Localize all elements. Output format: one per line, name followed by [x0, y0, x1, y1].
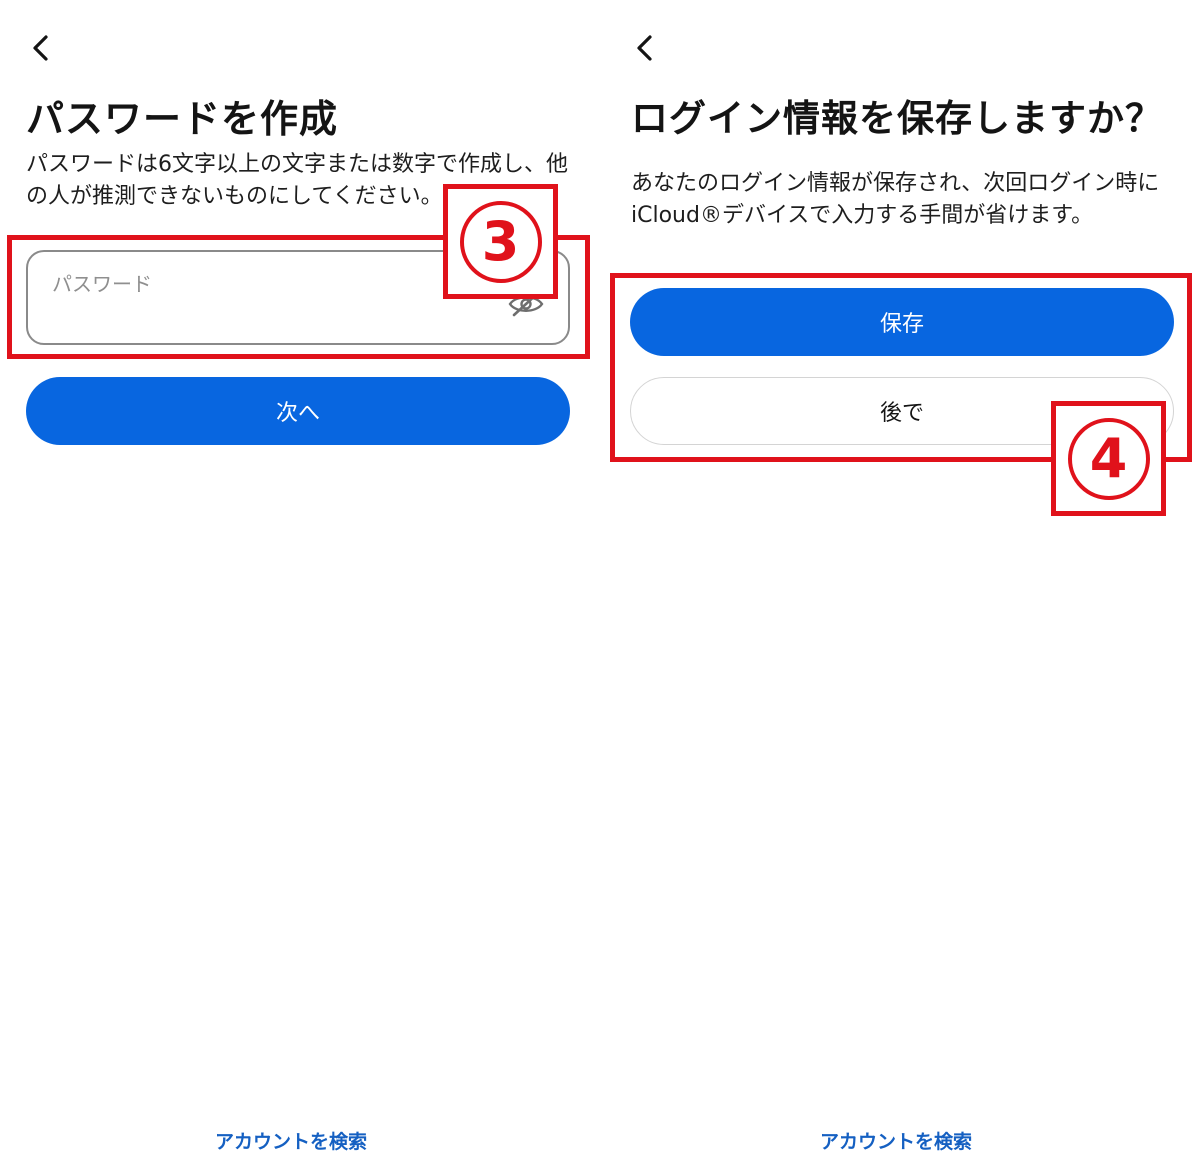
annotation-badge-3: 3	[443, 184, 558, 299]
back-button[interactable]	[624, 28, 664, 68]
chevron-left-icon	[637, 35, 652, 61]
find-account-link[interactable]: アカウントを検索	[820, 1127, 972, 1154]
chevron-left-icon	[33, 35, 48, 61]
next-button-label: 次へ	[275, 401, 320, 426]
annotation-badge-4: 4	[1051, 401, 1166, 516]
back-button[interactable]	[20, 28, 60, 68]
page-title: ログイン情報を保存しますか？	[631, 97, 1163, 140]
save-login-description: あなたのログイン情報が保存され、次回ログイン時にiCloud®デバイスで入力する…	[631, 171, 1160, 228]
step-number: 3	[459, 200, 542, 283]
find-account-link[interactable]: アカウントを検索	[215, 1127, 367, 1154]
page-title: パスワードを作成	[26, 97, 339, 141]
next-button[interactable]: 次へ	[26, 377, 570, 445]
page: パスワードを作成 パスワードは6文字以上の文字または数字で作成し、他の人が推測で…	[0, 0, 1200, 1172]
step-number: 4	[1067, 417, 1150, 500]
